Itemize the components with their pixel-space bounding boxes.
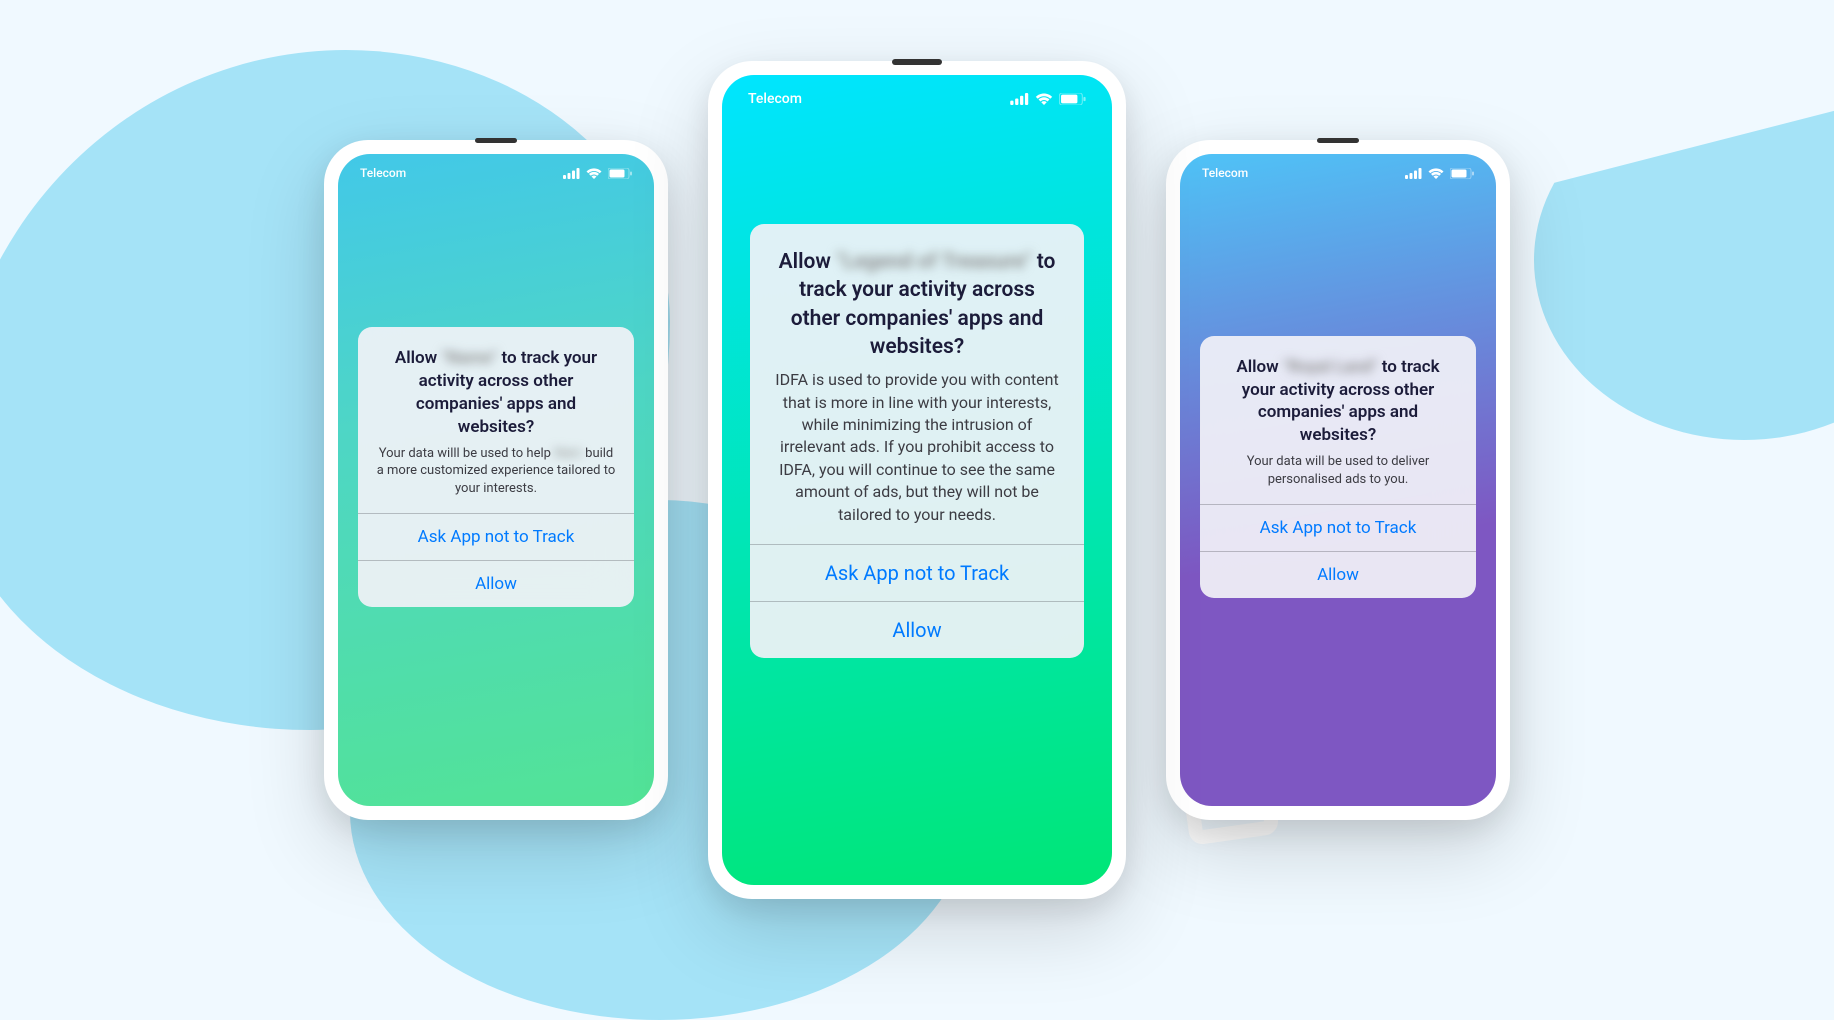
ask-not-to-track-button[interactable]: Ask App not to Track [1200, 504, 1476, 551]
notch [892, 59, 942, 65]
tracking-dialog: Allow "Legend of Treasure" to track your… [750, 224, 1084, 658]
dialog-content: Allow "Name" to track your activity acro… [358, 327, 634, 513]
allow-button[interactable]: Allow [358, 560, 634, 607]
app-name-blurred: Nam [554, 445, 582, 463]
carrier-label: Telecom [748, 91, 802, 107]
dialog-body: IDFA is used to provide you with content… [772, 369, 1062, 526]
phone-screen: Telecom Allow "R [1180, 154, 1496, 806]
phone-mockup-1: Telecom Allow "N [324, 140, 668, 820]
dialog-body: Your data willl be used to help Nam buil… [376, 445, 616, 498]
tracking-dialog: Allow "Name" to track your activity acro… [358, 327, 634, 607]
battery-icon [608, 168, 632, 179]
dialog-wrapper: Allow "Royal Land" to track your activit… [1180, 188, 1496, 806]
phones-container: Telecom Allow "N [0, 0, 1834, 960]
status-bar: Telecom [722, 75, 1112, 117]
dialog-title: Allow "Legend of Treasure" to track your… [772, 248, 1062, 361]
title-prefix: Allow [1236, 357, 1283, 377]
signal-icon [563, 168, 580, 179]
carrier-label: Telecom [1202, 166, 1248, 180]
dialog-content: Allow "Legend of Treasure" to track your… [750, 224, 1084, 544]
battery-icon [1450, 168, 1474, 179]
phone-mockup-2: Telecom Allow "L [708, 61, 1126, 899]
wifi-icon [586, 168, 602, 179]
notch [475, 138, 517, 143]
tracking-dialog: Allow "Royal Land" to track your activit… [1200, 336, 1476, 599]
dialog-wrapper: Allow "Legend of Treasure" to track your… [722, 117, 1112, 885]
status-icons [1405, 168, 1474, 179]
title-prefix: Allow [779, 250, 837, 274]
allow-button[interactable]: Allow [1200, 551, 1476, 598]
dialog-title: Allow "Name" to track your activity acro… [376, 347, 616, 439]
allow-button[interactable]: Allow [750, 601, 1084, 658]
signal-icon [1010, 93, 1029, 105]
app-name-blurred: "Royal Land" [1283, 356, 1378, 379]
status-bar: Telecom [1180, 154, 1496, 188]
title-prefix: Allow [395, 348, 442, 368]
dialog-content: Allow "Royal Land" to track your activit… [1200, 336, 1476, 505]
phone-screen: Telecom Allow "N [338, 154, 654, 806]
status-bar: Telecom [338, 154, 654, 188]
signal-icon [1405, 168, 1422, 179]
dialog-body: Your data will be used to deliver person… [1218, 453, 1458, 488]
status-icons [563, 168, 632, 179]
wifi-icon [1428, 168, 1444, 179]
body-prefix: Your data willl be used to help [379, 446, 554, 461]
ask-not-to-track-button[interactable]: Ask App not to Track [358, 513, 634, 560]
ask-not-to-track-button[interactable]: Ask App not to Track [750, 544, 1084, 601]
dialog-title: Allow "Royal Land" to track your activit… [1218, 356, 1458, 448]
carrier-label: Telecom [360, 166, 406, 180]
battery-icon [1059, 93, 1086, 105]
phone-mockup-3: Telecom Allow "R [1166, 140, 1510, 820]
wifi-icon [1035, 93, 1053, 105]
phone-screen: Telecom Allow "L [722, 75, 1112, 885]
app-name-blurred: "Name" [441, 347, 497, 370]
notch [1317, 138, 1359, 143]
app-name-blurred: "Legend of Treasure" [836, 248, 1031, 276]
status-icons [1010, 93, 1086, 105]
dialog-wrapper: Allow "Name" to track your activity acro… [338, 188, 654, 806]
